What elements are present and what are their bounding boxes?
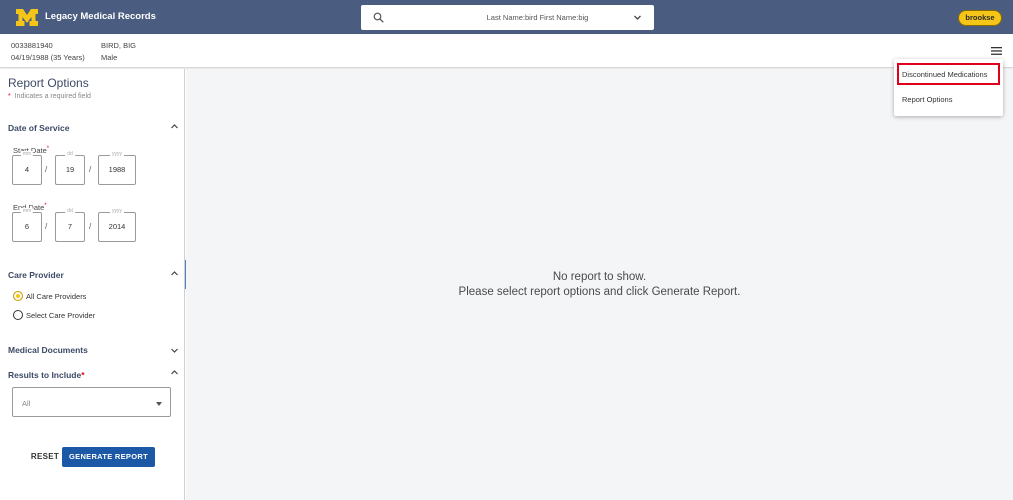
report-area: No report to show. Please select report …	[186, 69, 1013, 500]
radio-label-select-care-provider[interactable]: Select Care Provider	[26, 311, 95, 320]
patient-search-field[interactable]: Last Name:bird First Name:big	[361, 5, 654, 30]
required-note: * Indicates a required field	[8, 93, 91, 100]
end-year-input[interactable]: yyyy 2014	[98, 208, 136, 242]
date-separator: /	[45, 222, 48, 231]
menu-item-report-options[interactable]: Report Options	[894, 95, 1003, 104]
hamburger-menu-icon[interactable]	[991, 47, 1002, 55]
radio-label-all-care-providers[interactable]: All Care Providers	[26, 292, 86, 301]
search-value: Last Name:bird First Name:big	[486, 13, 589, 22]
patient-mrn: 0033881940	[11, 41, 53, 50]
chevron-down-icon[interactable]	[170, 346, 179, 355]
chevron-up-icon[interactable]	[170, 122, 179, 131]
section-care-provider[interactable]: Care Provider	[8, 270, 64, 280]
start-year-input[interactable]: yyyy 1988	[98, 151, 136, 185]
user-badge[interactable]: brookse	[958, 10, 1002, 26]
results-select-value: All	[22, 399, 31, 408]
patient-banner: 0033881940 BIRD, BIG 04/19/1988 (35 Year…	[0, 34, 1013, 68]
chevron-up-icon[interactable]	[170, 368, 179, 377]
date-separator: /	[89, 165, 92, 174]
panel-title: Report Options	[8, 76, 89, 90]
caret-down-icon[interactable]	[156, 402, 162, 406]
empty-message-line-2: Please select report options and click G…	[458, 285, 741, 298]
section-date-of-service[interactable]: Date of Service	[8, 123, 69, 133]
start-month-input[interactable]: mm 4	[12, 151, 42, 185]
app-title: Legacy Medical Records	[45, 11, 156, 22]
menu-item-discontinued-medications[interactable]: Discontinued Medications	[894, 70, 1003, 79]
patient-dob-age: 04/19/1988 (35 Years)	[11, 53, 85, 62]
start-day-input[interactable]: dd 19	[55, 151, 85, 185]
report-options-panel: Report Options * Indicates a required fi…	[0, 69, 185, 500]
section-results-to-include[interactable]: Results to Include*	[8, 370, 85, 380]
radio-select-care-provider[interactable]	[13, 310, 23, 320]
results-select[interactable]: All	[12, 387, 171, 417]
generate-report-button[interactable]: GENERATE REPORT	[62, 447, 155, 467]
date-separator: /	[89, 222, 92, 231]
patient-name: BIRD, BIG	[101, 41, 137, 50]
chevron-down-icon[interactable]	[633, 13, 642, 22]
section-medical-documents[interactable]: Medical Documents	[8, 345, 88, 355]
top-header: Legacy Medical Records Last Name:bird Fi…	[0, 0, 1013, 34]
date-separator: /	[45, 165, 48, 174]
empty-message-line-1: No report to show.	[552, 271, 647, 283]
reset-button[interactable]: RESET	[28, 447, 62, 467]
radio-all-care-providers[interactable]	[13, 291, 23, 301]
patient-sex: Male	[101, 53, 118, 62]
end-day-input[interactable]: dd 7	[55, 208, 85, 242]
end-month-input[interactable]: mm 6	[12, 208, 42, 242]
chevron-up-icon[interactable]	[170, 269, 179, 278]
report-menu: Discontinued Medications Report Options	[894, 59, 1003, 116]
empty-report-message: No report to show. Please select report …	[186, 270, 1013, 299]
required-star: *	[8, 93, 11, 100]
m-logo-icon[interactable]	[16, 9, 38, 26]
